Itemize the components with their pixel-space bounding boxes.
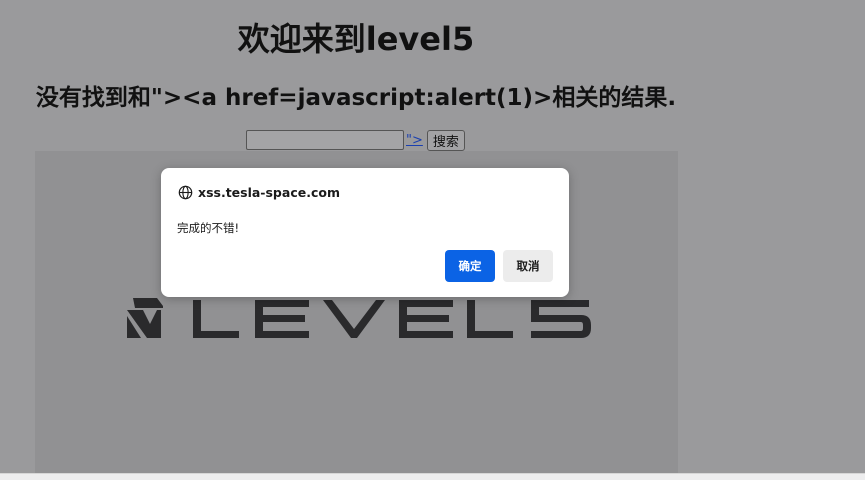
level5-logo — [127, 298, 591, 338]
alert-dialog: xss.tesla-space.com 完成的不错! 确定 取消 — [161, 168, 569, 297]
globe-icon — [178, 185, 193, 200]
search-result-message: 没有找到和"><a href=javascript:alert(1)>相关的结果… — [35, 85, 677, 111]
injected-link[interactable]: "> — [406, 133, 423, 148]
ok-button[interactable]: 确定 — [445, 250, 495, 282]
bottom-strip — [0, 473, 865, 480]
cancel-button[interactable]: 取消 — [503, 250, 553, 282]
page: 欢迎来到level5 没有找到和"><a href=javascript:ale… — [0, 0, 865, 480]
dialog-origin: xss.tesla-space.com — [178, 185, 340, 200]
dialog-message: 完成的不错! — [177, 221, 240, 235]
search-input[interactable] — [246, 130, 404, 150]
search-button[interactable]: 搜索 — [426, 129, 465, 151]
search-form: "> 搜索 — [246, 129, 465, 151]
page-title: 欢迎来到level5 — [237, 20, 475, 58]
dialog-origin-text: xss.tesla-space.com — [198, 185, 340, 200]
